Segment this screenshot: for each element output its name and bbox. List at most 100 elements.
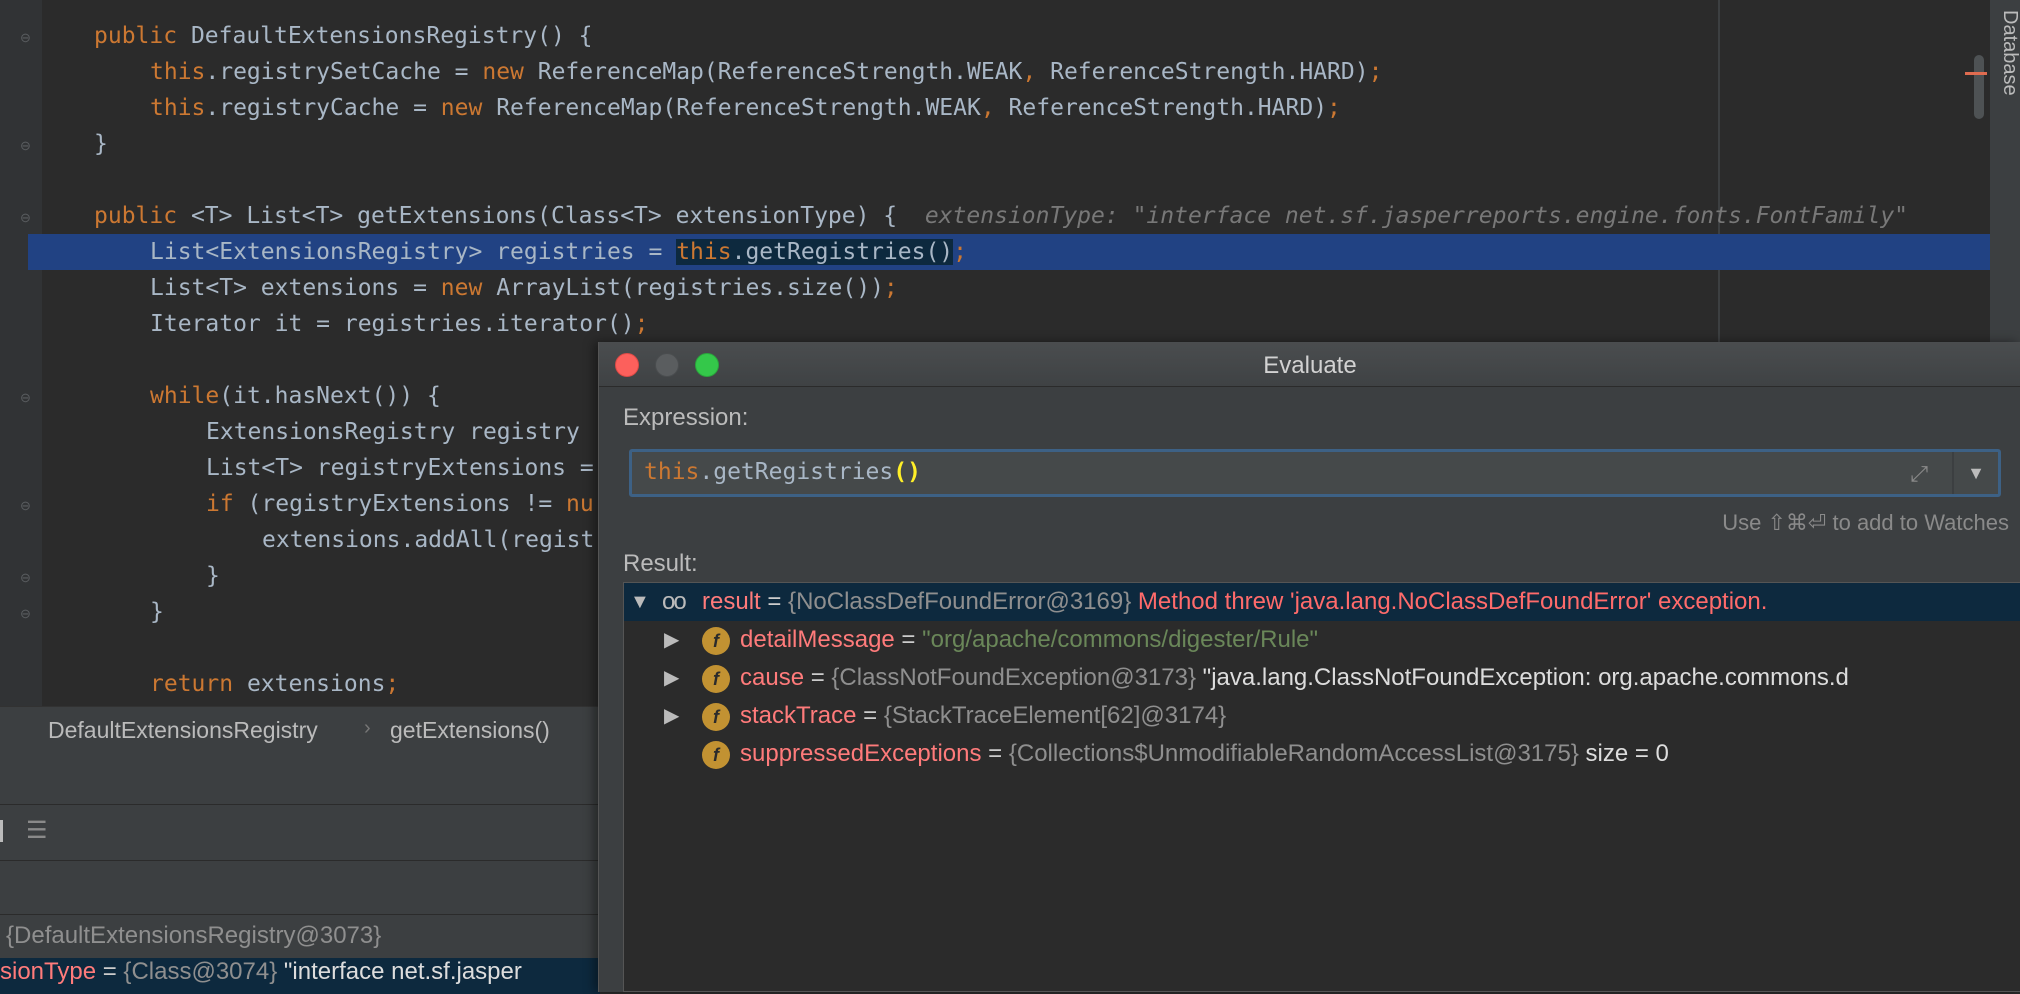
dialog-titlebar[interactable]: Evaluate [599,342,2020,387]
code-line-7[interactable]: List<T> extensions = new ArrayList(regis… [150,270,898,306]
equals: = [894,626,923,653]
watch-icon: oo [662,588,687,615]
result-root-row[interactable]: ▼ oo result = {NoClassDefFoundError@3169… [624,583,2020,621]
keyword: return [150,671,234,697]
semicolon: ; [953,239,968,265]
breadcrumb: DefaultExtensionsRegistry › getExtension… [0,706,600,753]
code-text: .registrySetCache = [205,59,483,85]
semicolon: ; [385,671,400,697]
fold-icon[interactable]: ⊖ [20,499,32,512]
fold-icon[interactable]: ⊖ [20,31,32,44]
keyword: this [150,59,206,85]
variable-ref: {Class@3074} [123,958,278,985]
code-line-11[interactable]: List<T> registryExtensions = [206,450,608,486]
tree-row[interactable]: ▶ f cause = {ClassNotFoundException@3173}… [624,659,2020,697]
debug-variable-row[interactable]: sionType = {Class@3074} "interface net.s… [0,958,600,994]
equals: = [856,702,884,729]
code-text: } [150,599,164,625]
panel-edge-marker [0,820,3,842]
fold-end-icon[interactable]: ⊖ [20,607,32,620]
dialog-title: Evaluate [1263,352,1357,379]
keyword: public [94,23,178,49]
exception-message: Method threw 'java.lang.NoClassDefFoundE… [1131,588,1768,615]
breadcrumb-separator: › [364,717,371,739]
inline-debug-value: extensionType: "interface net.sf.jasperr… [924,203,1909,229]
code-line-9[interactable]: while(it.hasNext()) { [150,378,441,414]
code-line-14[interactable]: } [206,558,220,594]
code-text: (it.hasNext()) { [219,383,441,409]
code-line-15[interactable]: } [150,594,164,630]
field-value: "org/apache/commons/digester/Rule" [922,626,1319,653]
code-text: List<T> registryExtensions = [206,455,608,481]
editor-scrollbar[interactable] [1974,55,1984,119]
field-value: size = 0 [1578,740,1669,767]
field-icon: f [702,626,730,655]
code-text: <T> List<T> getExtensions(Class<T> exten… [177,203,898,229]
code-line-16[interactable]: return extensions; [150,666,399,702]
semicolon: ; [1327,95,1341,121]
fold-icon[interactable]: ⊖ [20,391,32,404]
tree-collapsed-icon[interactable]: ▶ [664,621,679,659]
code-text: .getRegistries() [731,239,954,265]
tree-collapsed-icon[interactable]: ▶ [664,659,679,697]
tree-expanded-icon[interactable]: ▼ [630,583,650,621]
add-to-watches-hint: Use ⇧⌘⏎ to add to Watches [1722,510,2009,535]
expression-label: Expression: [623,404,749,431]
debug-this-value[interactable]: {DefaultExtensionsRegistry@3073} [6,922,381,950]
code-line-12[interactable]: if (registryExtensions != nu [206,486,594,522]
tree-collapsed-icon[interactable]: ▶ [664,697,679,735]
code-line-10[interactable]: ExtensionsRegistry registry [206,414,594,450]
error-stripe-marker[interactable] [1965,72,1987,75]
keyword: new [440,95,483,121]
object-ref: {ClassNotFoundException@3173} [831,664,1196,691]
code-line-2[interactable]: this.registrySetCache = new ReferenceMap… [150,54,1382,90]
object-ref: {NoClassDefFoundError@3169} [788,588,1132,615]
expand-icon[interactable]: ⤢ [1910,461,1928,487]
code-line-13[interactable]: extensions.addAll(regist [262,522,594,558]
equals: = [804,664,832,691]
breadcrumb-method[interactable]: getExtensions() [390,717,550,744]
semicolon: ; [1368,59,1383,85]
tree-row[interactable]: ▶ f detailMessage = "org/apache/commons/d… [624,621,2020,659]
fold-end-icon[interactable]: ⊖ [20,139,32,152]
field-icon: f [702,740,730,769]
code-text: } [94,131,108,157]
field-name: detailMessage [740,626,895,653]
keyword: public [94,203,178,229]
tree-row[interactable]: f suppressedExceptions = {Collections$Unm… [624,735,2020,773]
code-line-5[interactable]: public <T> List<T> getExtensions(Class<T… [94,198,1908,234]
code-text: ReferenceStrength.HARD) [994,95,1328,121]
code-line-4[interactable]: } [94,126,108,162]
history-dropdown-button[interactable]: ▼ [1954,452,1998,494]
result-label: Result: [623,550,698,577]
code-text: .getRegistries [699,459,894,485]
code-text: ExtensionsRegistry registry [206,419,594,445]
database-tool-tab[interactable]: Database [1998,10,2020,96]
keyword: new [440,275,483,301]
breadcrumb-class[interactable]: DefaultExtensionsRegistry [48,717,318,744]
field-value: "java.lang.ClassNotFoundException: org.a… [1196,664,1849,691]
code-line-1[interactable]: public DefaultExtensionsRegistry() { [94,18,593,54]
code-text: ReferenceMap(ReferenceStrength.WEAK [482,95,981,121]
object-ref: {StackTraceElement[62]@3174} [883,702,1227,729]
code-text: extensions [233,671,386,697]
semicolon: ; [883,275,898,301]
settings-toggle-icon[interactable]: ☰ [26,816,48,845]
code-text: ReferenceStrength.HARD) [1036,59,1369,85]
punct: , [1022,59,1037,85]
keyword: while [150,383,220,409]
result-tree[interactable]: ▼ oo result = {NoClassDefFoundError@3169… [623,582,2020,992]
tree-row[interactable]: ▶ f stackTrace = {StackTraceElement[62]@3… [624,697,2020,735]
field-icon: f [702,702,730,731]
expression-input[interactable]: this.getRegistries() ⤢ ▼ [629,449,2001,497]
object-ref: {Collections$UnmodifiableRandomAccessLis… [1008,740,1579,767]
field-name: cause [740,664,805,691]
fold-end-icon[interactable]: ⊖ [20,571,32,584]
editor-gutter[interactable] [0,0,42,706]
code-line-3[interactable]: this.registryCache = new ReferenceMap(Re… [150,90,1341,126]
code-line-8[interactable]: Iterator it = registries.iterator(); [150,306,649,342]
fold-icon[interactable]: ⊖ [20,211,32,224]
code-text: (registryExtensions != [233,491,567,517]
debug-panel: ☰ {DefaultExtensionsRegistry@3073} sionT… [0,752,600,994]
code-line-6[interactable]: List<ExtensionsRegistry> registries = th… [150,234,967,270]
